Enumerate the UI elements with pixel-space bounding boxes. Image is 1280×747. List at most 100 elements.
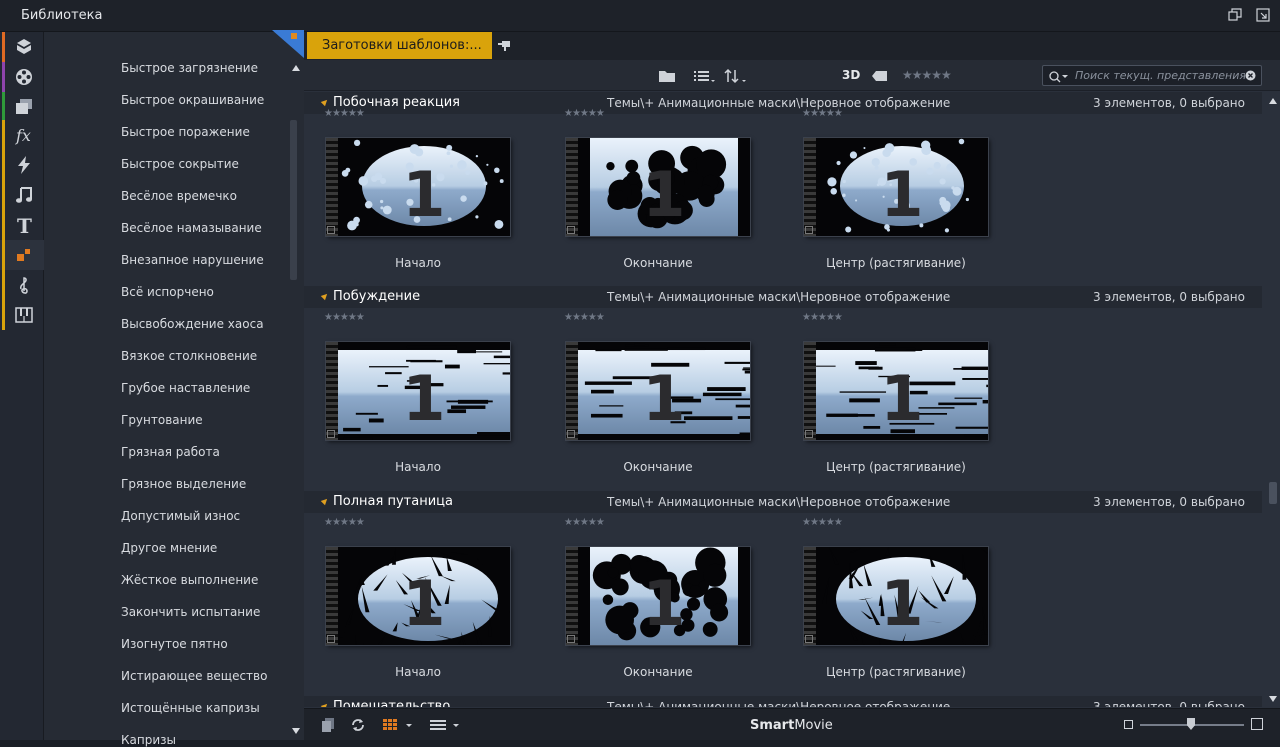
template-card[interactable]: ★★★★★ 1 Центр (растягивание) [782, 108, 988, 270]
template-card[interactable]: ★★★★★ 1 Окончание [544, 312, 750, 474]
list-item[interactable]: Весёлое намазывание [121, 221, 262, 235]
thumbnail-corner-icon [567, 226, 575, 234]
template-card[interactable]: ★★★★★ 1 Окончание [544, 108, 750, 270]
rail-item-treble-clef[interactable] [0, 270, 44, 300]
list-scroll-down-icon[interactable] [292, 728, 300, 734]
collapse-triangle-icon[interactable] [320, 496, 330, 506]
collapse-triangle-icon[interactable] [320, 291, 330, 301]
list-item[interactable]: Жёсткое выполнение [121, 573, 258, 587]
template-thumbnail[interactable]: 1 [566, 138, 750, 236]
list-item[interactable]: Закончить испытание [121, 605, 260, 619]
list-item[interactable]: Высвобождение хаоса [121, 317, 264, 331]
list-item[interactable]: Истощённые капризы [121, 701, 260, 715]
list-item[interactable]: Весёлое времечко [121, 189, 237, 203]
rail-item-music-note[interactable] [0, 180, 44, 210]
rail-item-mask[interactable] [0, 240, 44, 270]
grid-scroll-up-icon[interactable] [1269, 98, 1277, 104]
rating-stars[interactable]: ★★★★★ [802, 517, 843, 528]
template-thumbnail[interactable]: 1 [326, 342, 510, 440]
restore-icon[interactable] [1228, 8, 1242, 22]
rating-stars[interactable]: ★★★★★ [564, 108, 605, 119]
template-card[interactable]: ★★★★★ 1 Окончание [544, 517, 750, 679]
copy-icon[interactable] [320, 717, 336, 733]
search-box[interactable] [1042, 65, 1262, 86]
section-header[interactable]: Полная путаница Темы\+ Анимационные маски… [304, 491, 1262, 513]
folder-icon[interactable] [658, 68, 676, 84]
template-thumbnail[interactable]: 1 [804, 138, 988, 236]
template-label: Окончание [623, 460, 693, 474]
rating-stars[interactable]: ★★★★★ [324, 517, 365, 528]
template-thumbnail[interactable]: 1 [566, 547, 750, 645]
rail-item-text[interactable]: T [0, 210, 44, 240]
template-thumbnail[interactable]: 1 [804, 342, 988, 440]
template-card[interactable]: ★★★★★ 1 Начало [304, 517, 510, 679]
rating-filter[interactable]: ★★★★★ [902, 68, 952, 82]
template-card[interactable]: ★★★★★ 1 Центр (растягивание) [782, 517, 988, 679]
list-item[interactable]: Быстрое окрашивание [121, 93, 264, 107]
3d-filter-button[interactable]: 3D [842, 68, 860, 84]
template-thumbnail[interactable]: 1 [566, 342, 750, 440]
grid-view-icon[interactable] [382, 718, 412, 732]
pin-icon[interactable] [496, 38, 512, 54]
list-item[interactable]: Внезапное нарушение [121, 253, 264, 267]
list-item[interactable]: Грязная работа [121, 445, 220, 459]
clear-search-icon[interactable] [1245, 70, 1256, 81]
list-item[interactable]: Допустимый износ [121, 509, 240, 523]
tab-template-presets[interactable]: Заготовки шаблонов:... [307, 32, 492, 59]
rail-item-fx[interactable]: fx [0, 120, 44, 150]
sync-icon[interactable] [350, 716, 366, 734]
small-thumbnail-icon[interactable] [1124, 720, 1133, 729]
rail-item-piano[interactable] [0, 300, 44, 330]
rating-stars[interactable]: ★★★★★ [324, 108, 365, 119]
search-input[interactable] [1075, 68, 1245, 83]
thumbnail-corner-icon [805, 635, 813, 643]
rating-stars[interactable]: ★★★★★ [324, 312, 365, 323]
rail-item-stack[interactable] [0, 92, 44, 122]
rating-stars[interactable]: ★★★★★ [802, 108, 843, 119]
thumbnail-size-slider-handle[interactable] [1187, 718, 1195, 730]
template-thumbnail[interactable]: 1 [326, 547, 510, 645]
rail-item-lightning[interactable] [0, 150, 44, 180]
list-item[interactable]: Грубое наставление [121, 381, 250, 395]
template-label: Центр (растягивание) [826, 256, 966, 270]
list-item[interactable]: Быстрое поражение [121, 125, 250, 139]
list-item[interactable]: Капризы [121, 733, 176, 747]
collapse-triangle-icon[interactable] [320, 97, 330, 107]
list-item[interactable]: Вязкое столкновение [121, 349, 257, 363]
list-item[interactable]: Быстрое загрязнение [121, 61, 258, 75]
template-thumbnail[interactable]: 1 [804, 547, 988, 645]
panel-corner-flag-icon[interactable] [272, 30, 304, 58]
section-header[interactable]: Побуждение Темы\+ Анимационные маски\Неро… [304, 286, 1262, 308]
rail-item-package[interactable] [0, 32, 44, 62]
tag-icon[interactable] [871, 68, 889, 84]
grid-scroll-down-icon[interactable] [1269, 696, 1277, 702]
rail-item-film-reel[interactable] [0, 62, 44, 92]
list-view-icon[interactable] [693, 68, 717, 84]
list-item[interactable]: Всё испорчено [121, 285, 214, 299]
menu-icon[interactable] [429, 718, 461, 732]
search-icon[interactable] [1049, 70, 1071, 83]
list-item[interactable]: Грязное выделение [121, 477, 246, 491]
detach-icon[interactable] [1256, 8, 1270, 22]
collapse-triangle-icon[interactable] [320, 701, 330, 707]
section-header[interactable]: Помешательство Темы\+ Анимационные маски\… [304, 696, 1262, 707]
template-card[interactable]: ★★★★★ 1 Центр (растягивание) [782, 312, 988, 474]
list-item[interactable]: Изогнутое пятно [121, 637, 228, 651]
template-card[interactable]: ★★★★★ 1 Начало [304, 312, 510, 474]
list-item[interactable]: Грунтование [121, 413, 203, 427]
list-scroll-up-icon[interactable] [292, 65, 300, 71]
rating-stars[interactable]: ★★★★★ [802, 312, 843, 323]
template-thumbnail[interactable]: 1 [326, 138, 510, 236]
large-thumbnail-icon[interactable] [1251, 718, 1263, 730]
rating-stars[interactable]: ★★★★★ [564, 517, 605, 528]
list-item[interactable]: Другое мнение [121, 541, 217, 555]
smartmovie-button[interactable]: SmartMovie [750, 718, 833, 733]
grid-scrollbar[interactable] [1266, 92, 1280, 707]
rating-stars[interactable]: ★★★★★ [564, 312, 605, 323]
template-card[interactable]: ★★★★★ 1 Начало [304, 108, 510, 270]
list-item[interactable]: Быстрое сокрытие [121, 157, 239, 171]
sort-icon[interactable] [724, 68, 748, 84]
list-scrollbar-thumb[interactable] [290, 120, 297, 280]
grid-scrollbar-thumb[interactable] [1269, 482, 1277, 504]
list-item[interactable]: Истирающее вещество [121, 669, 267, 683]
